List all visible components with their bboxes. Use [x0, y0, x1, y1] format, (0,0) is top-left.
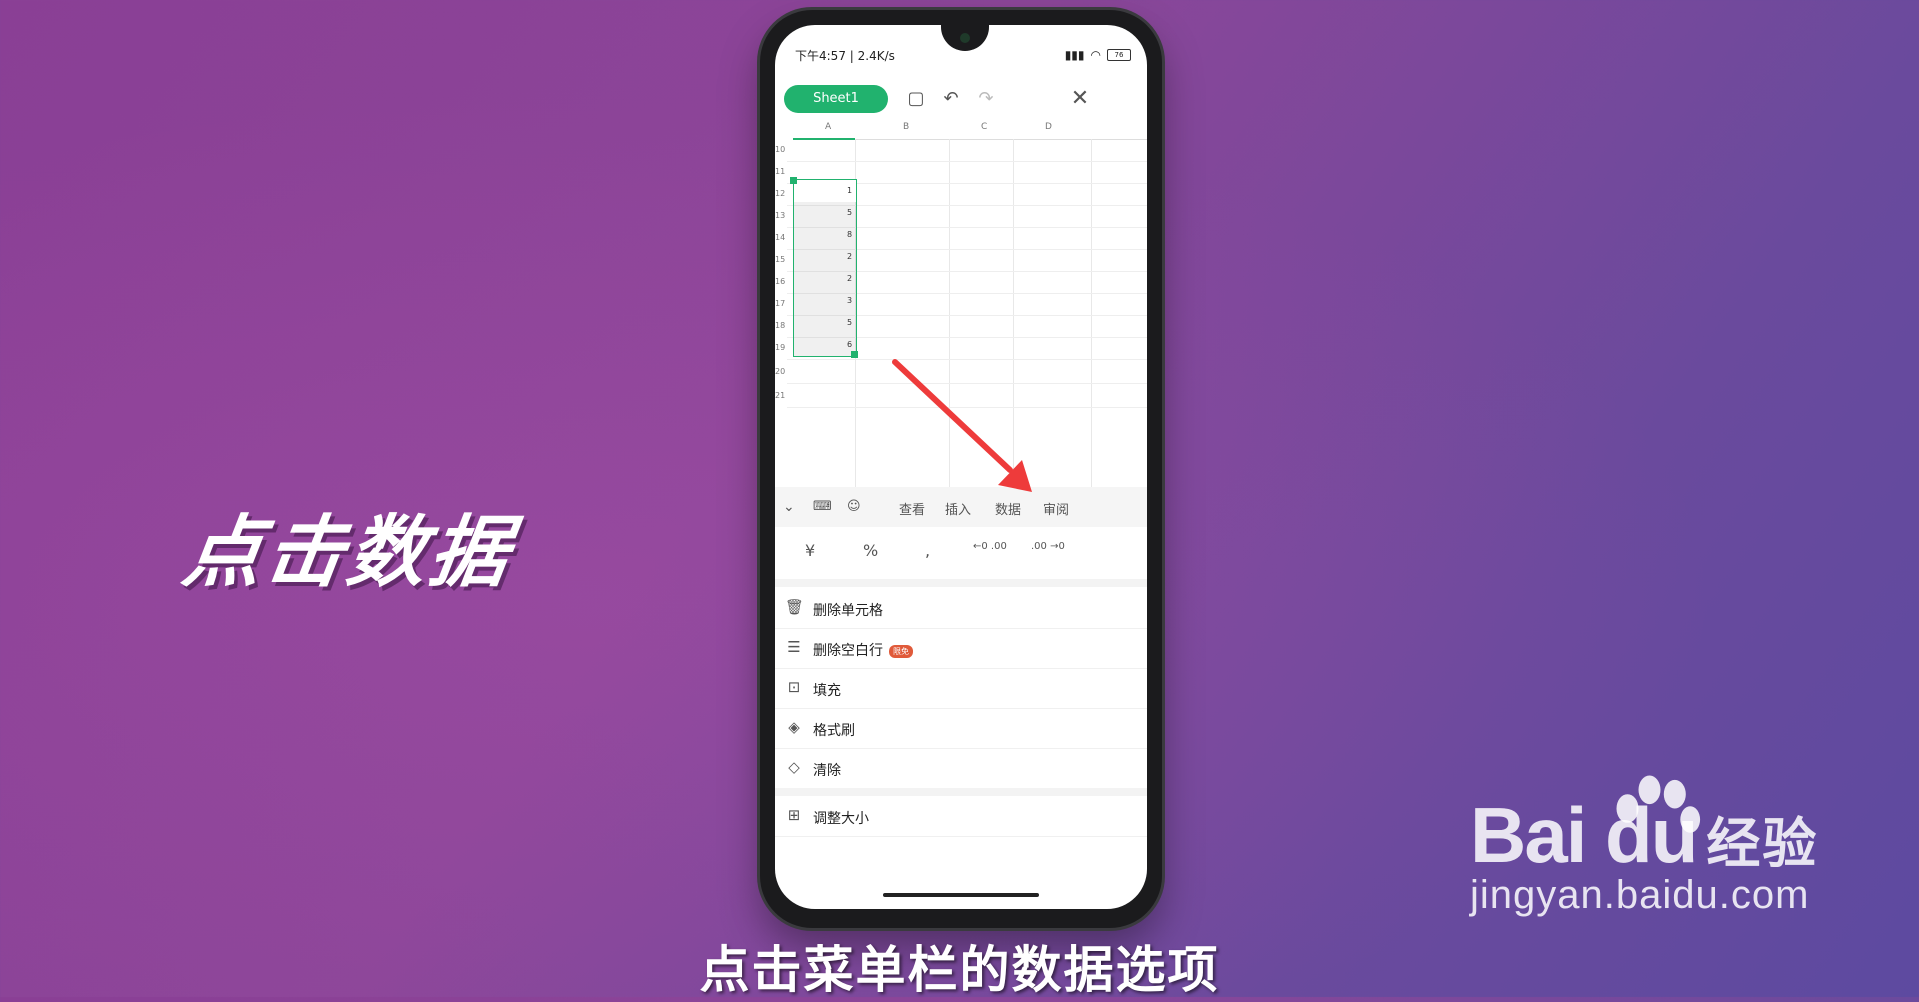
row-header[interactable]: 18 [775, 321, 787, 330]
baidu-logo-cn: 经验 [1706, 814, 1819, 874]
editor-toolbar: Sheet1 ▢ ↶ ↷ ✕ [775, 80, 1147, 116]
menu-item-delete-cell[interactable]: 🗑 删除单元格 [775, 588, 1147, 629]
row-header[interactable]: 19 [775, 343, 787, 352]
row-header[interactable]: 12 [775, 189, 787, 198]
decrease-decimal-button[interactable]: .00 →0 [1031, 541, 1065, 552]
keyboard-icon[interactable]: ⌨ [813, 499, 832, 514]
row-header[interactable]: 20 [775, 367, 787, 376]
section-divider [775, 788, 1147, 796]
selection-handle-bottom[interactable] [851, 351, 858, 358]
fill-icon: ⊡ [787, 678, 801, 696]
cell-value: 8 [847, 230, 853, 239]
camera-icon [960, 33, 970, 43]
grid-line [787, 407, 1147, 408]
redo-icon[interactable]: ↷ [975, 88, 997, 110]
cell-value: 6 [847, 340, 853, 349]
save-icon[interactable]: ▢ [905, 88, 927, 110]
cell-value: 5 [847, 208, 853, 217]
menu-item-label: 格式刷 [813, 723, 855, 739]
sheet-tab[interactable]: Sheet1 [784, 85, 888, 113]
wifi-icon: ◠ [1090, 48, 1101, 62]
delete-row-icon: ☰ [787, 638, 801, 656]
paw-icon [1616, 775, 1701, 833]
menu-item-label: 删除单元格 [813, 603, 883, 619]
row-header[interactable]: 10 [775, 145, 787, 154]
cell-value: 2 [847, 274, 853, 283]
close-icon[interactable]: ✕ [1069, 88, 1091, 110]
menu-item-clear[interactable]: ◇ 清除 [775, 748, 1147, 789]
grid-line [787, 359, 1147, 360]
menu-item-delete-blank-rows[interactable]: ☰ 删除空白行 限免 [775, 628, 1147, 669]
row-header[interactable]: 16 [775, 277, 787, 286]
baidu-watermark: Bai du 经验 jingyan.baidu.com [1470, 775, 1819, 918]
status-bar: 下午4:57 | 2.4K/s ▮▮▮ ◠ 76 [795, 47, 1131, 63]
emoji-icon[interactable]: ☺ [847, 499, 861, 514]
row-header[interactable]: 17 [775, 299, 787, 308]
home-indicator[interactable] [883, 893, 1039, 897]
currency-format-button[interactable]: ¥ [805, 541, 815, 560]
comma-format-button[interactable]: , [925, 541, 930, 560]
spreadsheet-grid[interactable]: A B C D 10 11 12 13 14 15 16 17 18 19 20… [775, 117, 1147, 492]
menu-item-fill[interactable]: ⊡ 填充 [775, 668, 1147, 709]
menu-item-format-painter[interactable]: ◈ 格式刷 [775, 708, 1147, 749]
video-subtitle: 点击菜单栏的数据选项 [699, 941, 1220, 999]
tab-insert[interactable]: 插入 [945, 499, 971, 518]
percent-format-button[interactable]: % [863, 541, 878, 560]
collapse-chevron-icon[interactable]: ⌄ [783, 499, 795, 515]
status-icons: ▮▮▮ ◠ 76 [1065, 47, 1131, 63]
grid-line [787, 383, 1147, 384]
overlay-title: 点击数据 [177, 508, 519, 598]
resize-icon: ⊞ [787, 806, 801, 824]
column-a[interactable]: A [825, 122, 831, 132]
brush-icon: ◈ [788, 718, 800, 736]
column-c[interactable]: C [981, 122, 987, 132]
cell-value: 3 [847, 296, 853, 305]
phone-frame: 下午4:57 | 2.4K/s ▮▮▮ ◠ 76 Sheet1 ▢ ↶ ↷ ✕ … [760, 10, 1162, 928]
number-format-row: ¥ % , ←0 .00 .00 →0 [775, 527, 1147, 579]
trash-icon: 🗑 [785, 598, 805, 616]
column-b[interactable]: B [903, 122, 909, 132]
status-time: 下午4:57 | 2.4K/s [795, 49, 895, 63]
menu-item-label: 填充 [813, 683, 841, 699]
cell-value: 5 [847, 318, 853, 327]
row-header[interactable]: 15 [775, 255, 787, 264]
column-header: A B C D [793, 117, 1147, 140]
menu-item-label: 清除 [813, 763, 841, 779]
row-header[interactable]: 21 [775, 391, 787, 400]
grid-line [787, 161, 1147, 162]
column-d[interactable]: D [1045, 122, 1052, 132]
signal-icon: ▮▮▮ [1064, 48, 1085, 62]
tab-view[interactable]: 查看 [899, 499, 925, 518]
undo-icon[interactable]: ↶ [940, 88, 962, 110]
row-header[interactable]: 11 [775, 167, 787, 176]
ribbon-menubar: ⌄ ⌨ ☺ 查看 插入 数据 审阅 [775, 487, 1147, 527]
tab-data[interactable]: 数据 [995, 499, 1021, 518]
cell-value: 1 [847, 186, 853, 195]
cell-value: 2 [847, 252, 853, 261]
menu-item-label: 调整大小 [813, 811, 869, 827]
eraser-icon: ◇ [788, 758, 800, 776]
increase-decimal-button[interactable]: ←0 .00 [973, 541, 1007, 552]
row-header[interactable]: 13 [775, 211, 787, 220]
row-header[interactable]: 14 [775, 233, 787, 242]
free-badge: 限免 [889, 644, 913, 658]
section-divider [775, 579, 1147, 587]
battery-icon: 76 [1107, 49, 1131, 61]
tab-review[interactable]: 审阅 [1043, 499, 1069, 518]
phone-screen: 下午4:57 | 2.4K/s ▮▮▮ ◠ 76 Sheet1 ▢ ↶ ↷ ✕ … [775, 25, 1147, 909]
menu-item-resize[interactable]: ⊞ 调整大小 [775, 796, 1147, 837]
column-a-selected [793, 138, 855, 140]
selection-handle-top[interactable] [790, 177, 797, 184]
menu-item-text: 删除空白行 [813, 643, 883, 659]
menu-item-label: 删除空白行 限免 [813, 640, 913, 660]
selection-range[interactable] [793, 179, 857, 357]
